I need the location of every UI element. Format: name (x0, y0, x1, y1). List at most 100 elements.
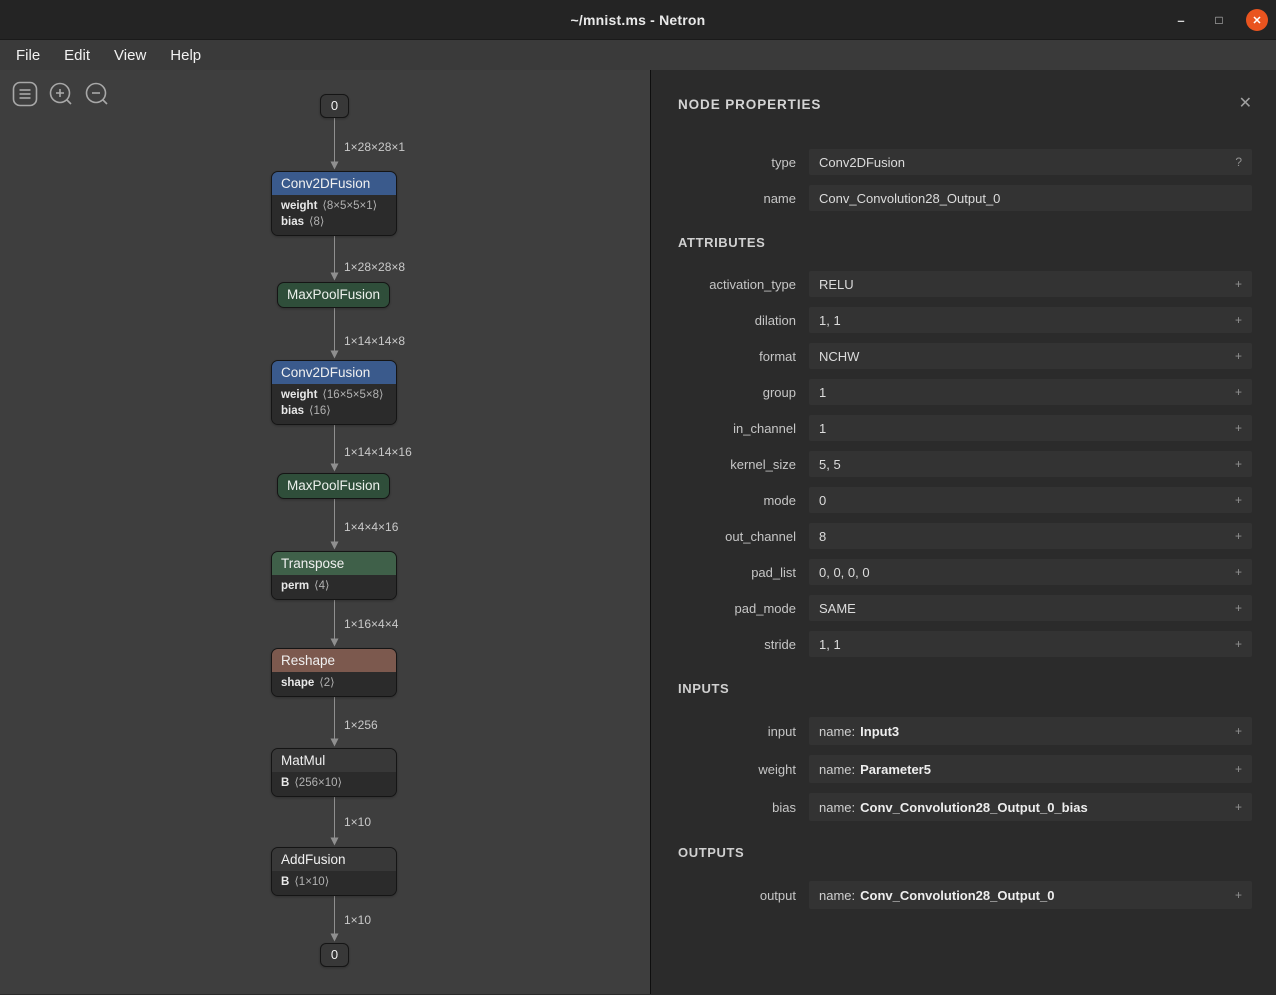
edge-label: 1×14×14×16 (344, 445, 412, 459)
graph-node-conv2dfusion-2[interactable]: Conv2DFusion weight⟨16×5×5×8⟩ bias⟨16⟩ (271, 360, 397, 425)
attribute-row-stride: stride 1, 1 + (678, 631, 1252, 657)
expand-icon[interactable]: + (1235, 529, 1242, 543)
expand-icon[interactable]: + (1235, 724, 1242, 738)
attribute-label: kernel_size (678, 457, 796, 472)
node-params: perm⟨4⟩ (272, 575, 396, 599)
close-panel-icon[interactable]: ✕ (1239, 96, 1252, 112)
attribute-row-dilation: dilation 1, 1 + (678, 307, 1252, 333)
expand-icon[interactable]: + (1235, 349, 1242, 363)
graph-node-matmul[interactable]: MatMul B⟨256×10⟩ (271, 748, 397, 797)
param-dims: ⟨1×10⟩ (294, 876, 329, 888)
expand-icon[interactable]: + (1235, 493, 1242, 507)
graph-node-addfusion[interactable]: AddFusion B⟨1×10⟩ (271, 847, 397, 896)
expand-icon[interactable]: + (1235, 762, 1242, 776)
attribute-field[interactable]: 0 + (809, 487, 1252, 513)
maximize-button[interactable]: □ (1208, 9, 1230, 31)
menu-file[interactable]: File (4, 40, 52, 70)
attribute-field[interactable]: NCHW + (809, 343, 1252, 369)
attribute-field[interactable]: 5, 5 + (809, 451, 1252, 477)
zoom-in-icon (48, 81, 74, 110)
attribute-field[interactable]: 1, 1 + (809, 307, 1252, 333)
edge-label: 1×10 (344, 913, 371, 927)
edge-label: 1×10 (344, 815, 371, 829)
panel-header: NODE PROPERTIES ✕ (678, 96, 1252, 112)
edge-label: 1×28×28×8 (344, 260, 405, 274)
menu-help[interactable]: Help (158, 40, 213, 70)
param-name: bias (281, 405, 304, 417)
edge-label: 1×4×4×16 (344, 520, 398, 534)
expand-icon[interactable]: + (1235, 601, 1242, 615)
expand-icon[interactable]: + (1235, 800, 1242, 814)
graph-canvas[interactable]: 1×28×28×1 1×28×28×8 1×14×14×8 1×14×14×16… (0, 70, 651, 994)
graph-toolbar (12, 82, 110, 108)
menu-button[interactable] (12, 82, 38, 108)
expand-icon[interactable]: + (1235, 277, 1242, 291)
attribute-field[interactable]: 1 + (809, 379, 1252, 405)
input-field[interactable]: name:Conv_Convolution28_Output_0_bias + (809, 793, 1252, 821)
attribute-row-mode: mode 0 + (678, 487, 1252, 513)
graph-node-conv2dfusion-1[interactable]: Conv2DFusion weight⟨8×5×5×1⟩ bias⟨8⟩ (271, 171, 397, 236)
node-title: Reshape (272, 649, 396, 672)
attribute-value: 8 (819, 529, 826, 544)
attribute-field[interactable]: RELU + (809, 271, 1252, 297)
section-inputs: INPUTS (678, 681, 1252, 696)
attribute-value: 0, 0, 0, 0 (819, 565, 870, 580)
help-icon[interactable]: ? (1235, 155, 1242, 169)
name-field[interactable]: Conv_Convolution28_Output_0 (809, 185, 1252, 211)
graph-node-maxpoolfusion-1[interactable]: MaxPoolFusion (277, 282, 390, 308)
node-title: Conv2DFusion (272, 361, 396, 384)
window-controls: – □ ✕ (1170, 0, 1268, 40)
menu-view[interactable]: View (102, 40, 158, 70)
menubar: File Edit View Help (0, 40, 1276, 70)
attribute-field[interactable]: 8 + (809, 523, 1252, 549)
node-identity-group: type Conv2DFusion ? name Conv_Convolutio… (678, 149, 1252, 211)
zoom-in-button[interactable] (48, 82, 74, 108)
param-dims: ⟨256×10⟩ (294, 777, 342, 789)
param-dims: ⟨16×5×5×8⟩ (322, 389, 383, 401)
attribute-label: in_channel (678, 421, 796, 436)
param-dims: ⟨8⟩ (309, 216, 324, 228)
graph-node-output[interactable]: 0 (320, 943, 349, 967)
type-field[interactable]: Conv2DFusion ? (809, 149, 1252, 175)
attribute-field[interactable]: 1 + (809, 415, 1252, 441)
node-params: shape ⟨2⟩ (272, 672, 396, 696)
property-row-type: type Conv2DFusion ? (678, 149, 1252, 175)
param-name: weight (281, 389, 317, 401)
expand-icon[interactable]: + (1235, 421, 1242, 435)
attribute-value: 1, 1 (819, 637, 841, 652)
graph-node-input[interactable]: 0 (320, 94, 349, 118)
edge-label: 1×14×14×8 (344, 334, 405, 348)
param-name: perm (281, 580, 309, 592)
io-prefix: name: (819, 762, 855, 777)
zoom-out-button[interactable] (84, 82, 110, 108)
attribute-field[interactable]: 0, 0, 0, 0 + (809, 559, 1252, 585)
param-name: shape (281, 677, 314, 689)
param-name: weight (281, 200, 317, 212)
output-field[interactable]: name:Conv_Convolution28_Output_0 + (809, 881, 1252, 909)
attribute-label: group (678, 385, 796, 400)
input-field[interactable]: name:Parameter5 + (809, 755, 1252, 783)
expand-icon[interactable]: + (1235, 888, 1242, 902)
graph-node-maxpoolfusion-2[interactable]: MaxPoolFusion (277, 473, 390, 499)
menu-edit[interactable]: Edit (52, 40, 102, 70)
close-button[interactable]: ✕ (1246, 9, 1268, 31)
expand-icon[interactable]: + (1235, 385, 1242, 399)
expand-icon[interactable]: + (1235, 313, 1242, 327)
expand-icon[interactable]: + (1235, 637, 1242, 651)
attribute-field[interactable]: 1, 1 + (809, 631, 1252, 657)
param-dims: ⟨2⟩ (319, 677, 334, 689)
graph-node-reshape[interactable]: Reshape shape ⟨2⟩ (271, 648, 397, 697)
attribute-field[interactable]: SAME + (809, 595, 1252, 621)
graph-node-transpose[interactable]: Transpose perm⟨4⟩ (271, 551, 397, 600)
expand-icon[interactable]: + (1235, 565, 1242, 579)
attribute-value: 1 (819, 385, 826, 400)
expand-icon[interactable]: + (1235, 457, 1242, 471)
io-name: Input3 (860, 724, 899, 739)
param-name: bias (281, 216, 304, 228)
io-prefix: name: (819, 800, 855, 815)
property-label: name (678, 191, 796, 206)
input-row-bias: bias name:Conv_Convolution28_Output_0_bi… (678, 793, 1252, 821)
attribute-value: 0 (819, 493, 826, 508)
minimize-button[interactable]: – (1170, 9, 1192, 31)
input-field[interactable]: name:Input3 + (809, 717, 1252, 745)
